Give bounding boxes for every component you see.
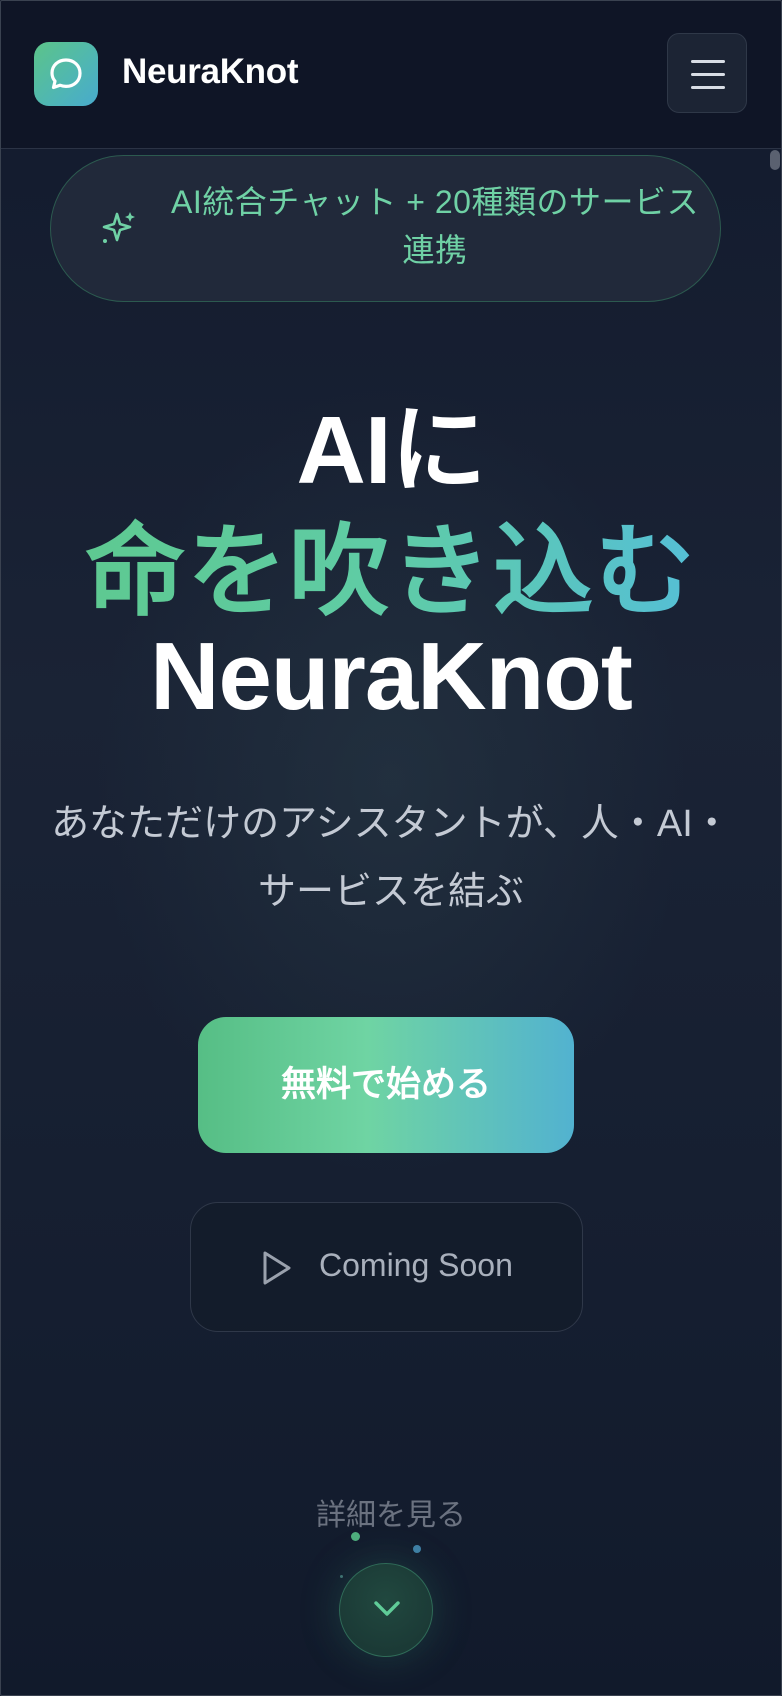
play-icon xyxy=(263,1251,291,1285)
menu-button[interactable] xyxy=(667,33,747,113)
scrollbar-thumb[interactable] xyxy=(770,150,780,170)
hero-subtitle: あなただけのアシスタントが、人・AI・サービスを結ぶ xyxy=(51,803,731,913)
see-details-label[interactable]: 詳細を見る xyxy=(0,1490,782,1534)
scroll-down-button[interactable] xyxy=(339,1563,433,1657)
badge-text: AI統合チャット + 20種類のサービス連携 xyxy=(171,184,699,268)
hero-title-line3: NeuraKnot xyxy=(150,623,633,730)
hamburger-menu-icon xyxy=(691,73,725,76)
sparkles-icon xyxy=(102,212,135,243)
start-free-button[interactable]: 無料で始める xyxy=(198,1017,574,1153)
feature-badge: AI統合チャット + 20種類のサービス連携 xyxy=(50,155,721,302)
brand-name[interactable]: NeuraKnot xyxy=(122,52,299,92)
decorative-dot xyxy=(340,1575,343,1578)
logo-chat-bubble-icon[interactable] xyxy=(34,42,98,106)
coming-soon-button[interactable]: Coming Soon xyxy=(190,1202,583,1332)
hero-title-gradient-text: 命を吹き込む xyxy=(85,516,697,628)
chevron-down-icon xyxy=(374,1601,400,1616)
decorative-dot xyxy=(351,1532,360,1541)
coming-soon-label: Coming Soon xyxy=(319,1247,513,1283)
hamburger-menu-icon xyxy=(691,86,725,89)
hamburger-menu-icon xyxy=(691,60,725,63)
decorative-dot xyxy=(413,1545,421,1553)
hero-title-line2: 命を吹き込む xyxy=(0,490,782,635)
top-nav: NeuraKnot xyxy=(0,0,782,149)
chat-bubble-icon xyxy=(50,58,82,90)
